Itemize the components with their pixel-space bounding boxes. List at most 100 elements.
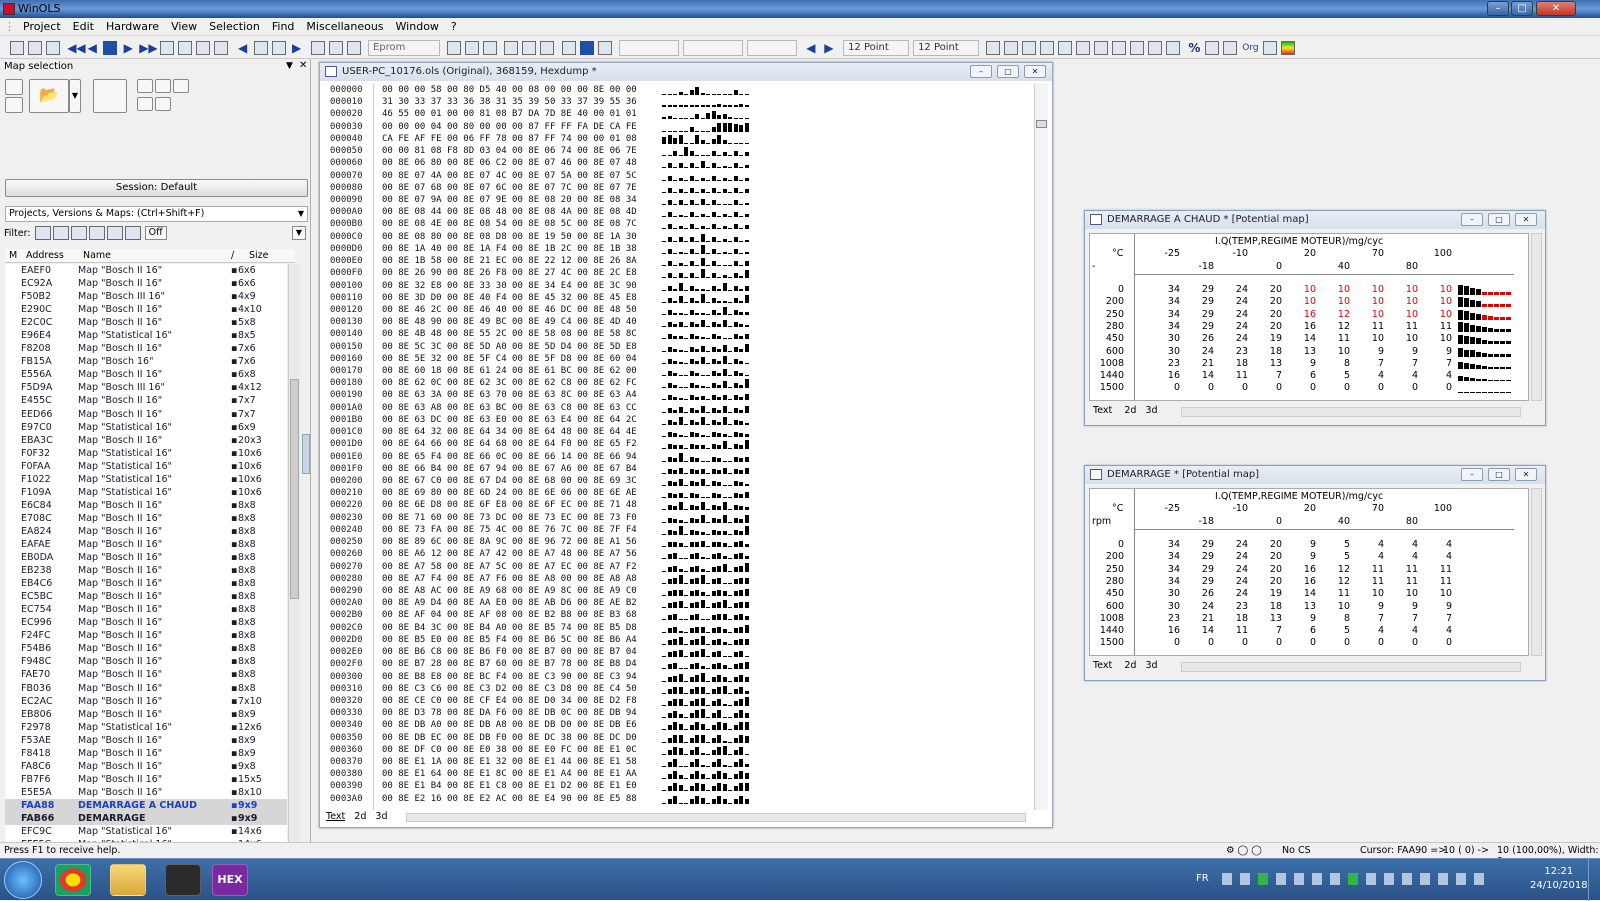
tab-2d[interactable]: 2d xyxy=(354,811,366,822)
map-list-row[interactable]: F5D9A Map "Bosch III 16" ▪ 4x12 xyxy=(5,381,287,394)
tray-icon-12[interactable] xyxy=(1420,873,1430,885)
map-cell[interactable]: 0 xyxy=(1354,382,1384,393)
hex-row[interactable]: 000190 00 8E 63 3A 00 8E 63 70 00 8E 63 8… xyxy=(326,389,1038,401)
map-list-row[interactable]: EED66 Map "Bosch II 16" ▪ 7x7 xyxy=(5,408,287,421)
map1-tab-text[interactable]: Text xyxy=(1093,405,1112,416)
map-cell[interactable]: 9 xyxy=(1286,358,1316,369)
hex-row[interactable]: 000230 00 8E 71 60 00 8E 73 DC 00 8E 73 E… xyxy=(326,512,1038,524)
hex-minimize-button[interactable]: – xyxy=(970,65,992,78)
map-cell[interactable]: 30 xyxy=(1150,346,1180,357)
map-cell[interactable]: 10 xyxy=(1320,284,1350,295)
hex-row[interactable]: 000350 00 8E DB EC 00 8E DB F0 00 8E DC 3… xyxy=(326,732,1038,744)
hex-row[interactable]: 000060 00 8E 06 80 00 8E 06 C2 00 8E 07 4… xyxy=(326,157,1038,169)
hex-row[interactable]: 0003A0 00 8E E2 16 00 8E E2 AC 00 8E E4 9… xyxy=(326,793,1038,805)
hex-editor-icon[interactable]: HEX xyxy=(212,864,248,896)
text-icon[interactable] xyxy=(310,41,325,55)
hex-row[interactable]: 0002A0 00 8E A9 D4 00 8E AA E0 00 8E AB D… xyxy=(326,597,1038,609)
map-cell[interactable]: 14 xyxy=(1184,625,1214,636)
map-cell[interactable]: 4 xyxy=(1422,551,1452,562)
hex-row[interactable]: 0002D0 00 8E B5 E0 00 8E B5 F4 00 8E B6 5… xyxy=(326,634,1038,646)
map-list-row[interactable]: EB4C6 Map "Bosch II 16" ▪ 8x8 xyxy=(5,577,287,590)
forward-icon[interactable]: ▶ xyxy=(290,41,304,55)
map-list-row[interactable]: F0F32 Map "Statistical 16" ▪ 10x6 xyxy=(5,447,287,460)
hex-row[interactable]: 000120 00 8E 46 2C 00 8E 46 40 00 8E 46 D… xyxy=(326,304,1038,316)
help-icon[interactable] xyxy=(465,41,480,55)
map-cell[interactable]: 20 xyxy=(1252,564,1282,575)
map-cell[interactable]: 29 xyxy=(1184,564,1214,575)
map-list-row[interactable]: E5E5A Map "Bosch II 16" ▪ 8x10 xyxy=(5,786,287,799)
map-cell[interactable]: 9 xyxy=(1388,346,1418,357)
map-cell[interactable]: 24 xyxy=(1218,551,1248,562)
map-cell[interactable]: 26 xyxy=(1184,333,1214,344)
hex-row[interactable]: 000360 00 8E DF C0 00 8E E0 38 00 8E E0 F… xyxy=(326,744,1038,756)
hex-row[interactable]: 000040 CA FE AF FE 00 06 FF 78 00 87 FF 7… xyxy=(326,133,1038,145)
map-cell[interactable]: 23 xyxy=(1150,358,1180,369)
map-list-row[interactable]: E96E4 Map "Statistical 16" ▪ 8x5 xyxy=(5,329,287,342)
map-cell[interactable]: 14 xyxy=(1286,333,1316,344)
hex-row[interactable]: 000090 00 8E 07 9A 00 8E 07 9E 00 8E 08 2… xyxy=(326,194,1038,206)
export-icon[interactable] xyxy=(346,41,361,55)
hex-row[interactable]: 000390 00 8E E1 B4 00 8E E1 C8 00 8E E1 D… xyxy=(326,780,1038,792)
menu-selection[interactable]: Selection xyxy=(203,18,266,35)
hex-row[interactable]: 000170 00 8E 60 18 00 8E 61 24 00 8E 61 B… xyxy=(326,365,1038,377)
map-cell[interactable]: 30 xyxy=(1150,601,1180,612)
eprom-field[interactable]: Eprom xyxy=(367,40,440,56)
map-cell[interactable]: 11 xyxy=(1354,564,1384,575)
open-dropdown-icon[interactable]: ▼ xyxy=(69,79,81,113)
tray-icon-5[interactable] xyxy=(1294,873,1304,885)
hex-row[interactable]: 0000B0 00 8E 08 4E 00 8E 08 54 00 8E 08 5… xyxy=(326,218,1038,230)
map-cell[interactable]: 0 xyxy=(1150,382,1180,393)
chrome-icon[interactable] xyxy=(55,864,91,896)
checksum-icon[interactable] xyxy=(447,41,462,55)
map-cell[interactable]: 0 xyxy=(1150,637,1180,648)
map-cell[interactable]: 24 xyxy=(1218,576,1248,587)
tray-icon-7[interactable] xyxy=(1330,873,1340,885)
menu-miscellaneous[interactable]: Miscellaneous xyxy=(300,18,389,35)
compare-icon[interactable] xyxy=(522,41,537,55)
field-b[interactable] xyxy=(682,40,743,56)
map-cell[interactable]: 10 xyxy=(1354,284,1384,295)
menu-edit[interactable]: Edit xyxy=(67,18,100,35)
volume-icon[interactable] xyxy=(1474,873,1484,885)
signed-icon[interactable] xyxy=(1094,41,1109,55)
hex-row[interactable]: 0001A0 00 8E 63 A8 00 8E 63 BC 00 8E 63 C… xyxy=(326,402,1038,414)
map-list-row[interactable]: FAB66 DEMARRAGE ▪ 9x9 xyxy=(5,811,287,826)
filter-e-icon[interactable] xyxy=(106,226,123,240)
columns-icon[interactable] xyxy=(561,41,576,55)
hex-row[interactable]: 000100 00 8E 32 E8 00 8E 33 30 00 8E 34 E… xyxy=(326,280,1038,292)
grid-icon[interactable] xyxy=(103,41,118,55)
hex-row[interactable]: 000380 00 8E E1 64 00 8E E1 8C 00 8E E1 A… xyxy=(326,768,1038,780)
map-list-row[interactable]: FAA88 DEMARRAGE A CHAUD ▪ 9x9 xyxy=(5,798,287,812)
map-cell[interactable]: 13 xyxy=(1286,346,1316,357)
map2-maximize-button[interactable]: □ xyxy=(1488,468,1510,481)
map-cell[interactable]: 0 xyxy=(1184,637,1214,648)
map-cell[interactable]: 16 xyxy=(1150,370,1180,381)
col-m[interactable]: M xyxy=(9,250,17,261)
whatsthis-icon[interactable] xyxy=(483,41,498,55)
scroll-thumb[interactable] xyxy=(290,379,299,599)
filter-b-icon[interactable] xyxy=(52,226,69,240)
menu-window[interactable]: Window xyxy=(390,18,445,35)
map-list-row[interactable]: EA824 Map "Bosch II 16" ▪ 8x8 xyxy=(5,525,287,538)
hex-row[interactable]: 0000E0 00 8E 1B 58 00 8E 21 EC 00 8E 22 1… xyxy=(326,255,1038,267)
map-list-row[interactable]: E2C0C Map "Bosch II 16" ▪ 5x8 xyxy=(5,316,287,329)
map-cell[interactable]: 29 xyxy=(1184,539,1214,550)
org-icon[interactable]: Org xyxy=(1241,41,1259,55)
base-icon[interactable] xyxy=(1148,41,1163,55)
map-cell[interactable]: 13 xyxy=(1252,613,1282,624)
map-list-row[interactable]: EC996 Map "Bosch II 16" ▪ 8x8 xyxy=(5,616,287,629)
map-cell[interactable]: 8 xyxy=(1320,358,1350,369)
map1-close-button[interactable]: ✕ xyxy=(1515,213,1537,226)
prev-icon[interactable]: ◀ xyxy=(85,41,99,55)
map-cell[interactable]: 10 xyxy=(1388,284,1418,295)
map-list-row[interactable]: F0FAA Map "Statistical 16" ▪ 10x6 xyxy=(5,460,287,473)
hex-row[interactable]: 000370 00 8E E1 1A 00 8E E1 32 00 8E E1 4… xyxy=(326,756,1038,768)
map-list-row[interactable]: FB7F6 Map "Bosch II 16" ▪ 15x5 xyxy=(5,773,287,786)
filter-off-button[interactable]: Off xyxy=(144,226,167,240)
panel-close-icon[interactable]: ✕ xyxy=(299,60,307,71)
project-icon[interactable] xyxy=(10,41,24,55)
tray-icon-3[interactable] xyxy=(1258,873,1268,885)
map-cell[interactable]: 7 xyxy=(1252,625,1282,636)
hilo-icon[interactable] xyxy=(1130,41,1145,55)
map-cell[interactable]: 9 xyxy=(1422,346,1452,357)
